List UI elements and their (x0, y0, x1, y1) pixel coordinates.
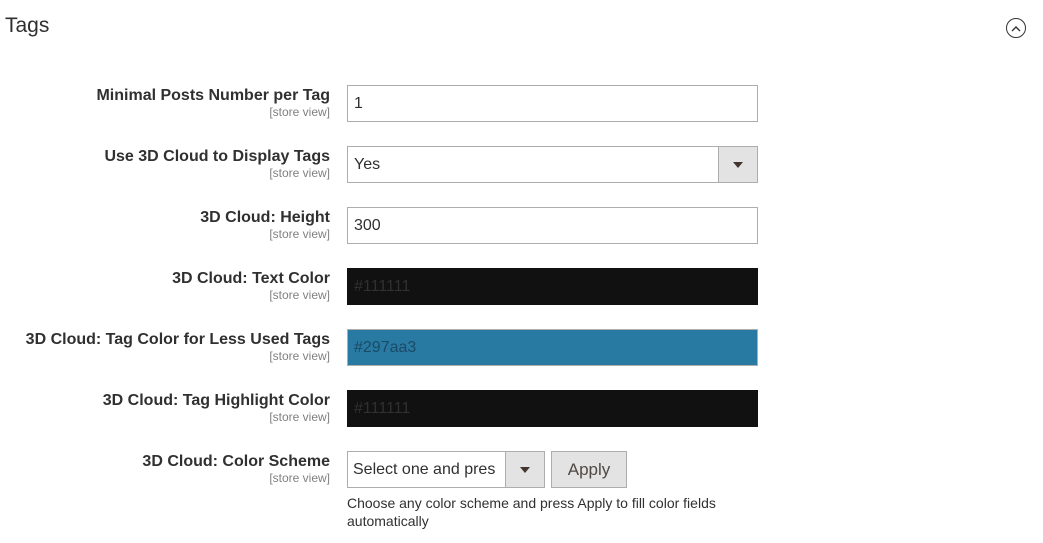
field-label-group: 3D Cloud: Tag Highlight Color [store vie… (103, 392, 330, 424)
min-posts-input[interactable] (347, 85, 758, 122)
field-label-group: 3D Cloud: Height [store view] (200, 209, 330, 241)
select-value: Select one and press (353, 461, 495, 478)
field-label: 3D Cloud: Text Color (172, 270, 330, 287)
scope-label: [store view] (269, 227, 330, 241)
chevron-down-icon (520, 466, 530, 473)
scope-label: [store view] (269, 105, 330, 119)
text-color-input[interactable] (347, 268, 758, 305)
field-label: 3D Cloud: Tag Color for Less Used Tags (25, 331, 330, 348)
cloud-height-input[interactable] (347, 207, 758, 244)
scope-label: [store view] (269, 288, 330, 302)
scope-label: [store view] (269, 471, 330, 485)
chevron-down-icon (733, 161, 743, 168)
less-used-color-input[interactable] (347, 329, 758, 366)
field-label: Use 3D Cloud to Display Tags (104, 148, 330, 165)
scope-label: [store view] (269, 410, 330, 424)
color-scheme-select[interactable]: Select one and press (347, 451, 545, 488)
field-label-group: 3D Cloud: Color Scheme [store view] (142, 453, 330, 485)
dropdown-toggle[interactable] (505, 452, 544, 487)
scope-label: [store view] (269, 349, 330, 363)
highlight-color-input[interactable] (347, 390, 758, 427)
chevron-up-icon (1011, 25, 1021, 31)
field-label-group: 3D Cloud: Tag Color for Less Used Tags [… (26, 331, 330, 363)
dropdown-toggle[interactable] (718, 147, 757, 182)
use-3d-cloud-select[interactable]: Yes (347, 146, 758, 183)
scope-label: [store view] (269, 166, 330, 180)
section-title: Tags (5, 14, 50, 37)
apply-button[interactable]: Apply (551, 451, 627, 488)
field-label-group: Use 3D Cloud to Display Tags [store view… (104, 148, 330, 180)
field-label: 3D Cloud: Color Scheme (142, 453, 330, 470)
field-note: Choose any color scheme and press Apply … (347, 495, 716, 529)
collapse-section-button[interactable] (1006, 18, 1026, 38)
select-value: Yes (354, 156, 381, 173)
field-label: 3D Cloud: Tag Highlight Color (102, 392, 330, 409)
field-label-group: Minimal Posts Number per Tag [store view… (96, 87, 330, 119)
field-label: Minimal Posts Number per Tag (96, 87, 330, 104)
field-label-group: 3D Cloud: Text Color [store view] (172, 270, 330, 302)
field-label: 3D Cloud: Height (200, 209, 330, 226)
